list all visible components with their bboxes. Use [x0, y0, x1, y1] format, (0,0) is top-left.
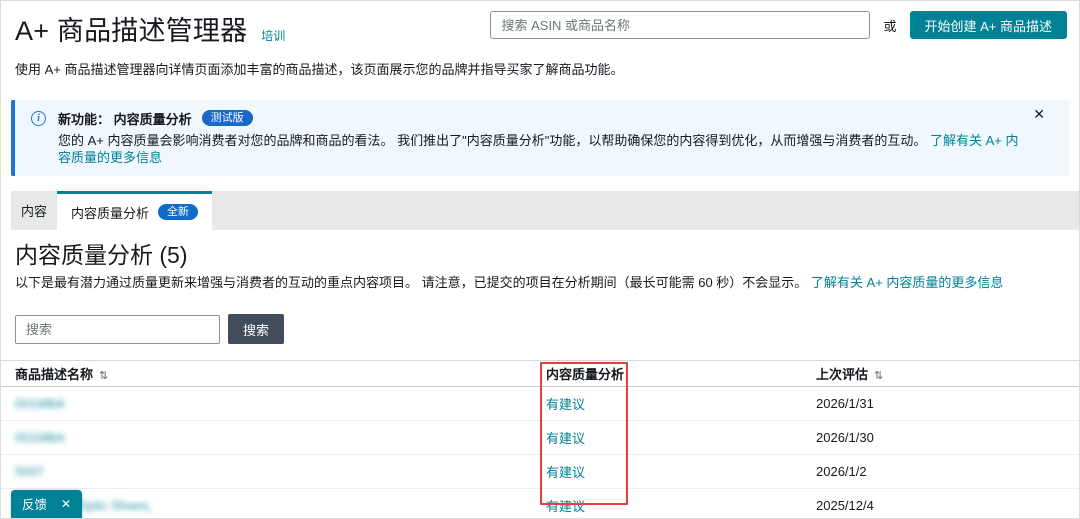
tab-content[interactable]: 内容: [11, 191, 58, 230]
table-search-input[interactable]: [15, 314, 220, 344]
last-evaluated-date: 2026/1/31: [816, 396, 874, 411]
training-link[interactable]: 培训: [261, 27, 285, 44]
title-group: A+ 商品描述管理器 培训: [15, 9, 285, 48]
create-aplus-button[interactable]: 开始创建 A+ 商品描述: [909, 11, 1067, 39]
banner-header: i 新功能： 内容质量分析 测试版: [31, 109, 1029, 127]
table-row: 001MBA 有建议 2026/1/31: [1, 387, 1079, 421]
aplus-content-manager-page: A+ 商品描述管理器 培训 或 开始创建 A+ 商品描述 使用 A+ 商品描述管…: [0, 0, 1080, 519]
info-banner: i 新功能： 内容质量分析 测试版 您的 A+ 内容质量会影响消费者对您的品牌和…: [11, 100, 1069, 176]
column-header-evaluated[interactable]: 上次评估 ⇅: [816, 364, 1079, 383]
suggestions-link[interactable]: 有建议: [546, 397, 585, 412]
close-icon[interactable]: ✕: [1033, 107, 1045, 121]
section-heading: 内容质量分析 (5): [15, 242, 188, 268]
tab-strip-filler: [212, 191, 1079, 230]
info-icon: i: [31, 110, 46, 126]
last-evaluated-date: 2026/1/30: [816, 430, 874, 445]
table-row: 001MBA 有建议 2026/1/30: [1, 421, 1079, 455]
feedback-button[interactable]: 反馈 ✕: [11, 490, 83, 518]
banner-body-text: 您的 A+ 内容质量会影响消费者对您的品牌和商品的看法。 我们推出了"内容质量分…: [58, 133, 927, 148]
table-search-row: 搜索: [15, 314, 1065, 344]
banner-title: 新功能： 内容质量分析: [58, 111, 192, 127]
content-name-link[interactable]: 5007: [15, 464, 44, 479]
section-description-text: 以下是最有潜力通过质量更新来增强与消费者的互动的重点内容项目。 请注意，已提交的…: [15, 275, 808, 290]
top-actions: 或 开始创建 A+ 商品描述: [490, 11, 1067, 39]
new-badge: 全新: [158, 204, 199, 220]
feedback-label: 反馈: [22, 498, 48, 512]
banner-body: 您的 A+ 内容质量会影响消费者对您的品牌和商品的看法。 我们推出了"内容质量分…: [58, 132, 1029, 166]
learn-more-link[interactable]: 了解有关 A+ 内容质量的更多信息: [811, 275, 1004, 290]
last-evaluated-date: 2026/1/2: [816, 464, 867, 479]
sort-icon[interactable]: ⇅: [874, 370, 883, 382]
section-description: 以下是最有潜力通过质量更新来增强与消费者的互动的重点内容项目。 请注意，已提交的…: [15, 275, 1065, 291]
top-bar: A+ 商品描述管理器 培训 或 开始创建 A+ 商品描述: [1, 1, 1079, 48]
page-subtitle: 使用 A+ 商品描述管理器向详情页面添加丰富的商品描述，该页面展示您的品牌并指导…: [15, 62, 624, 77]
asin-search-input[interactable]: [490, 11, 871, 39]
beta-badge: 测试版: [201, 110, 253, 126]
table-row: 5007 有建议 2026/1/2: [1, 455, 1079, 489]
content-name-link[interactable]: 001MBA: [15, 430, 65, 445]
quality-analysis-table: 商品描述名称 ⇅ 内容质量分析 上次评估 ⇅ 001MBA 有建议 2026/1/3…: [1, 360, 1079, 518]
table-header-row: 商品描述名称 ⇅ 内容质量分析 上次评估 ⇅: [1, 361, 1079, 387]
tab-quality-analysis[interactable]: 内容质量分析 全新: [57, 191, 213, 230]
column-header-analysis: 内容质量分析: [546, 367, 625, 382]
tab-content-label: 内容: [21, 204, 48, 219]
column-header-name[interactable]: 商品描述名称 ⇅: [15, 364, 546, 383]
suggestions-link[interactable]: 有建议: [546, 431, 585, 446]
or-label: 或: [883, 18, 897, 34]
table-row: LED Fiber Optic Shoes, 有建议 2025/12/4: [1, 489, 1079, 518]
table-search-button[interactable]: 搜索: [228, 314, 285, 344]
last-evaluated-date: 2025/12/4: [816, 498, 874, 513]
feedback-close-icon[interactable]: ✕: [61, 497, 71, 511]
content-name-link[interactable]: 001MBA: [15, 396, 65, 411]
page-title: A+ 商品描述管理器: [15, 16, 248, 46]
tab-strip: 内容 内容质量分析 全新: [11, 191, 1079, 230]
sort-icon[interactable]: ⇅: [99, 370, 108, 382]
suggestions-link[interactable]: 有建议: [546, 499, 585, 514]
tab-quality-label: 内容质量分析: [71, 205, 150, 221]
suggestions-link[interactable]: 有建议: [546, 465, 585, 480]
